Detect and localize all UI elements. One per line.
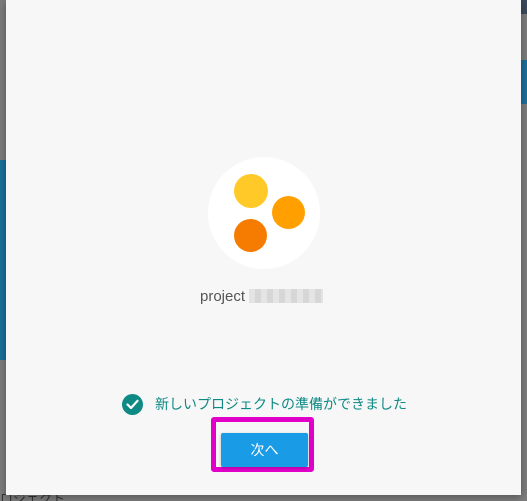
logo-dot-yellow [234,174,268,208]
project-name: project [200,287,246,305]
background-card-edge-right [521,60,527,104]
ready-status: 新しいプロジェクトの準備ができました [122,393,407,415]
project-logo [208,157,320,269]
redacted-project-id [249,289,324,303]
ready-message: 新しいプロジェクトの準備ができました [155,397,407,413]
project-ready-dialog: project 新しいプロジェクトの準備ができました 次へ [6,0,521,495]
project-name-row: project [200,286,324,306]
check-circle-icon [122,393,143,415]
logo-dot-orange [272,196,305,229]
logo-dot-dark-orange [234,219,267,252]
next-button[interactable]: 次へ [221,433,308,467]
